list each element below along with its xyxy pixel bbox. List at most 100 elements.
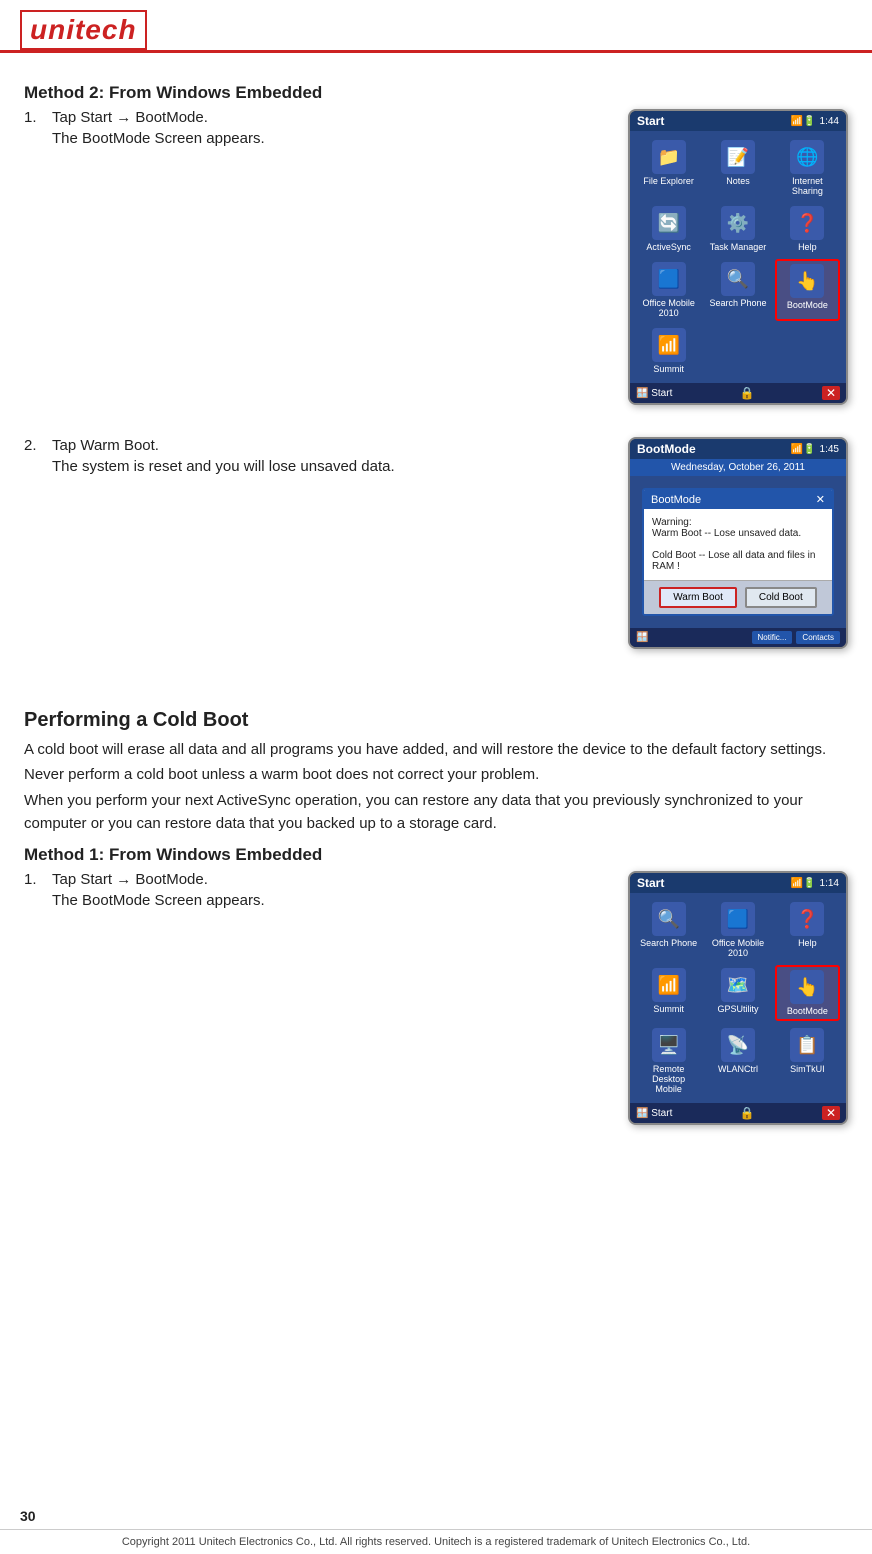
icon-activesync: 🔄 ActiveSync bbox=[636, 203, 701, 255]
icon-task-manager: ⚙️ Task Manager bbox=[705, 203, 770, 255]
icon-office: 🟦 Office Mobile 2010 bbox=[636, 259, 701, 321]
method1-title: Method 1: From Windows Embedded bbox=[24, 845, 848, 865]
cold-step1-text-col: 1. Tap Start → BootMode. The BootMode Sc… bbox=[24, 871, 610, 911]
icon3-remote-desktop: 🖥️ Remote Desktop Mobile bbox=[636, 1025, 701, 1097]
step2-sub: The system is reset and you will lose un… bbox=[52, 458, 610, 475]
footer-copyright: Copyright 2011 Unitech Electronics Co., … bbox=[122, 1536, 750, 1548]
cold-boot-section: Performing a Cold Boot A cold boot will … bbox=[24, 709, 848, 1125]
icon-file-explorer: 📁 File Explorer bbox=[636, 137, 701, 199]
screenshot3-time: 📶🔋 1:14 bbox=[791, 878, 839, 889]
taskbar3-start-btn: 🪟 Start bbox=[636, 1108, 672, 1119]
screenshot3-device: Start 📶🔋 1:14 🔍 Search Phone 🟦 Office Mo… bbox=[628, 871, 848, 1125]
screenshot2-taskbar: 🪟 Notific... Contacts bbox=[630, 628, 846, 647]
footer: Copyright 2011 Unitech Electronics Co., … bbox=[0, 1529, 872, 1554]
bootmode-dialog-title-text: BootMode bbox=[651, 494, 701, 506]
cold-boot-para3: When you perform your next ActiveSync op… bbox=[24, 789, 848, 836]
screenshot1-taskbar: 🪟 Start 🔒 ✕ bbox=[630, 383, 846, 403]
summit-icon3: 📶 bbox=[652, 968, 686, 1002]
bootmode-icon3: 👆 bbox=[790, 970, 824, 1004]
help-icon: ❓ bbox=[790, 206, 824, 240]
bootmode-dialog-close-icon: ✕ bbox=[816, 493, 825, 506]
bootmode-dialog: BootMode ✕ Warning: Warm Boot -- Lose un… bbox=[642, 488, 834, 616]
cold-boot-para1: A cold boot will erase all data and all … bbox=[24, 738, 848, 761]
cold-boot-para2: Never perform a cold boot unless a warm … bbox=[24, 763, 848, 786]
cold-step1-row: 1. Tap Start → BootMode. The BootMode Sc… bbox=[24, 871, 848, 1125]
screenshot2-title: BootMode bbox=[637, 442, 696, 456]
screenshot1-device: Start 📶🔋 1:44 📁 File Explorer 📝 Notes 🌐 bbox=[628, 109, 848, 405]
screenshot3-title: Start bbox=[637, 876, 664, 890]
step1-text-col: 1. Tap Start → BootMode. The BootMode Sc… bbox=[24, 109, 610, 149]
taskbar3-lock-icon: 🔒 bbox=[740, 1106, 755, 1120]
taskbar-start-btn: 🪟 Start bbox=[636, 388, 672, 399]
search-phone-icon: 🔍 bbox=[721, 262, 755, 296]
icon-internet-sharing: 🌐 Internet Sharing bbox=[775, 137, 840, 199]
logo-box: unitech bbox=[20, 10, 147, 50]
icon3-search-phone: 🔍 Search Phone bbox=[636, 899, 701, 961]
screenshot2-date: Wednesday, October 26, 2011 bbox=[630, 459, 846, 476]
screenshot1-time: 📶🔋 1:44 bbox=[791, 116, 839, 127]
task-manager-icon: ⚙️ bbox=[721, 206, 755, 240]
cold-step1-num: 1. bbox=[24, 871, 52, 888]
main-content: Method 2: From Windows Embedded 1. Tap S… bbox=[0, 63, 872, 1153]
icon-summit: 📶 Summit bbox=[636, 325, 701, 377]
notific-btn: Notific... bbox=[752, 631, 793, 644]
step2-row: 2. Tap Warm Boot. The system is reset an… bbox=[24, 437, 848, 649]
activesync-icon: 🔄 bbox=[652, 206, 686, 240]
icon-notes: 📝 Notes bbox=[705, 137, 770, 199]
page-header: unitech bbox=[0, 0, 872, 53]
screenshot1-grid: 📁 File Explorer 📝 Notes 🌐 Internet Shari… bbox=[630, 131, 846, 383]
warm-boot-button[interactable]: Warm Boot bbox=[659, 587, 737, 608]
cold-step1-row-inner: 1. Tap Start → BootMode. bbox=[24, 871, 610, 888]
screenshot1-clock: 1:44 bbox=[820, 116, 839, 127]
icon3-summit: 📶 Summit bbox=[636, 965, 701, 1021]
step2-num: 2. bbox=[24, 437, 52, 454]
icon3-simtk: 📋 SimTkUI bbox=[775, 1025, 840, 1097]
simtk-icon3: 📋 bbox=[790, 1028, 824, 1062]
contacts-btn: Contacts bbox=[796, 631, 840, 644]
internet-sharing-icon: 🌐 bbox=[790, 140, 824, 174]
screenshot3-titlebar: Start 📶🔋 1:14 bbox=[630, 873, 846, 893]
screenshot2-titlebar: BootMode 📶🔋 1:45 bbox=[630, 439, 846, 459]
taskbar2-btns: Notific... Contacts bbox=[752, 631, 840, 644]
cold-boot-button[interactable]: Cold Boot bbox=[745, 587, 817, 608]
step2-row-inner: 2. Tap Warm Boot. bbox=[24, 437, 610, 454]
office-icon3: 🟦 bbox=[721, 902, 755, 936]
screenshot2-icons: 📶🔋 bbox=[791, 444, 816, 455]
help-icon3: ❓ bbox=[790, 902, 824, 936]
step1-text: Tap Start → BootMode. bbox=[52, 109, 208, 126]
gps-icon3: 🗺️ bbox=[721, 968, 755, 1002]
wlan-icon3: 📡 bbox=[721, 1028, 755, 1062]
icon3-bootmode-highlighted: 👆 BootMode bbox=[775, 965, 840, 1021]
screenshot3-taskbar: 🪟 Start 🔒 ✕ bbox=[630, 1103, 846, 1123]
bootmode-dialog-buttons: Warm Boot Cold Boot bbox=[644, 581, 832, 614]
notes-icon: 📝 bbox=[721, 140, 755, 174]
taskbar-close-icon: ✕ bbox=[822, 386, 840, 400]
screenshot2-device: BootMode 📶🔋 1:45 Wednesday, October 26, … bbox=[628, 437, 848, 649]
step1-sub: The BootMode Screen appears. bbox=[52, 130, 610, 147]
icon3-office: 🟦 Office Mobile 2010 bbox=[705, 899, 770, 961]
screenshot2-time: 📶🔋 1:45 bbox=[791, 444, 839, 455]
step1-num: 1. bbox=[24, 109, 52, 126]
cold-boot-title: Performing a Cold Boot bbox=[24, 709, 848, 732]
screenshot3-grid: 🔍 Search Phone 🟦 Office Mobile 2010 ❓ He… bbox=[630, 893, 846, 1103]
step1-row-inner: 1. Tap Start → BootMode. bbox=[24, 109, 610, 126]
screenshot2-clock: 1:45 bbox=[820, 444, 839, 455]
taskbar-lock-icon: 🔒 bbox=[740, 386, 755, 400]
icon-help: ❓ Help bbox=[775, 203, 840, 255]
step2-text-col: 2. Tap Warm Boot. The system is reset an… bbox=[24, 437, 610, 477]
bootmode-dialog-title: BootMode ✕ bbox=[644, 490, 832, 509]
page-number: 30 bbox=[20, 1508, 36, 1524]
screenshot3-clock: 1:14 bbox=[820, 878, 839, 889]
icon-search-phone: 🔍 Search Phone bbox=[705, 259, 770, 321]
step2-text: Tap Warm Boot. bbox=[52, 437, 159, 454]
bootmode-dialog-body: Warning: Warm Boot -- Lose unsaved data.… bbox=[644, 509, 832, 581]
screenshot1-title: Start bbox=[637, 114, 664, 128]
bootmode-icon: 👆 bbox=[790, 264, 824, 298]
icon-bootmode-highlighted: 👆 BootMode bbox=[775, 259, 840, 321]
logo: unitech bbox=[20, 10, 149, 50]
icon3-gps: 🗺️ GPSUtility bbox=[705, 965, 770, 1021]
cold-step1-text: Tap Start → BootMode. bbox=[52, 871, 208, 888]
icon3-help: ❓ Help bbox=[775, 899, 840, 961]
screenshot3-icons: 📶🔋 bbox=[791, 878, 816, 889]
step1-row: 1. Tap Start → BootMode. The BootMode Sc… bbox=[24, 109, 848, 405]
